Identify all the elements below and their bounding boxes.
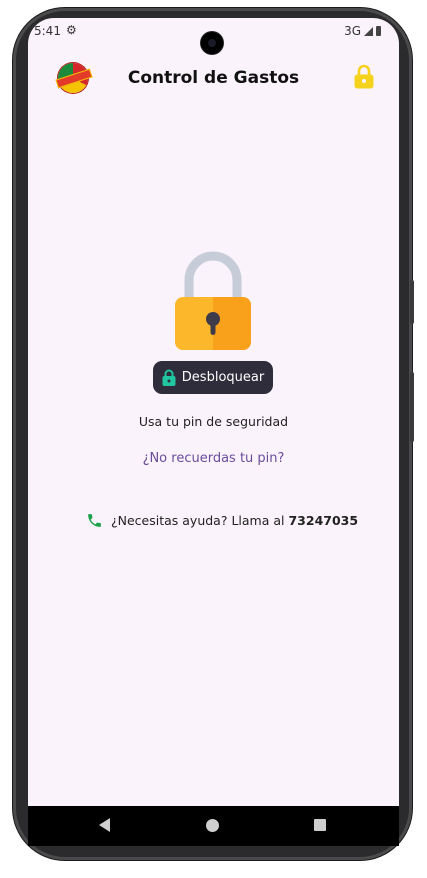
recents-icon[interactable] xyxy=(314,819,326,831)
back-icon[interactable] xyxy=(99,818,110,832)
unlock-button[interactable]: Desbloquear xyxy=(153,361,273,394)
front-camera xyxy=(201,32,223,54)
help-line[interactable]: ¿Necesitas ayuda? Llama al 73247035 xyxy=(86,512,358,529)
home-icon[interactable] xyxy=(206,819,219,832)
screen: 5:41 ⚙ 3G Control de Gastos Desbloquear … xyxy=(28,18,399,806)
padlock-icon xyxy=(175,251,251,350)
help-text-prefix: ¿Necesitas ayuda? Llama al xyxy=(111,513,285,528)
volume-button xyxy=(410,372,414,442)
help-phone-number[interactable]: 73247035 xyxy=(288,513,358,528)
phone-icon xyxy=(88,514,101,527)
forgot-pin-link[interactable]: ¿No recuerdas tu pin? xyxy=(28,451,399,466)
nav-bar xyxy=(28,806,399,846)
pin-hint: Usa tu pin de seguridad xyxy=(138,414,289,429)
unlock-button-label: Desbloquear xyxy=(181,370,265,385)
lock-content: Desbloquear Usa tu pin de seguridad ¿No … xyxy=(28,18,399,806)
lock-icon xyxy=(162,369,176,386)
power-button xyxy=(410,280,414,324)
help-text: ¿Necesitas ayuda? Llama al 73247035 xyxy=(111,513,358,528)
